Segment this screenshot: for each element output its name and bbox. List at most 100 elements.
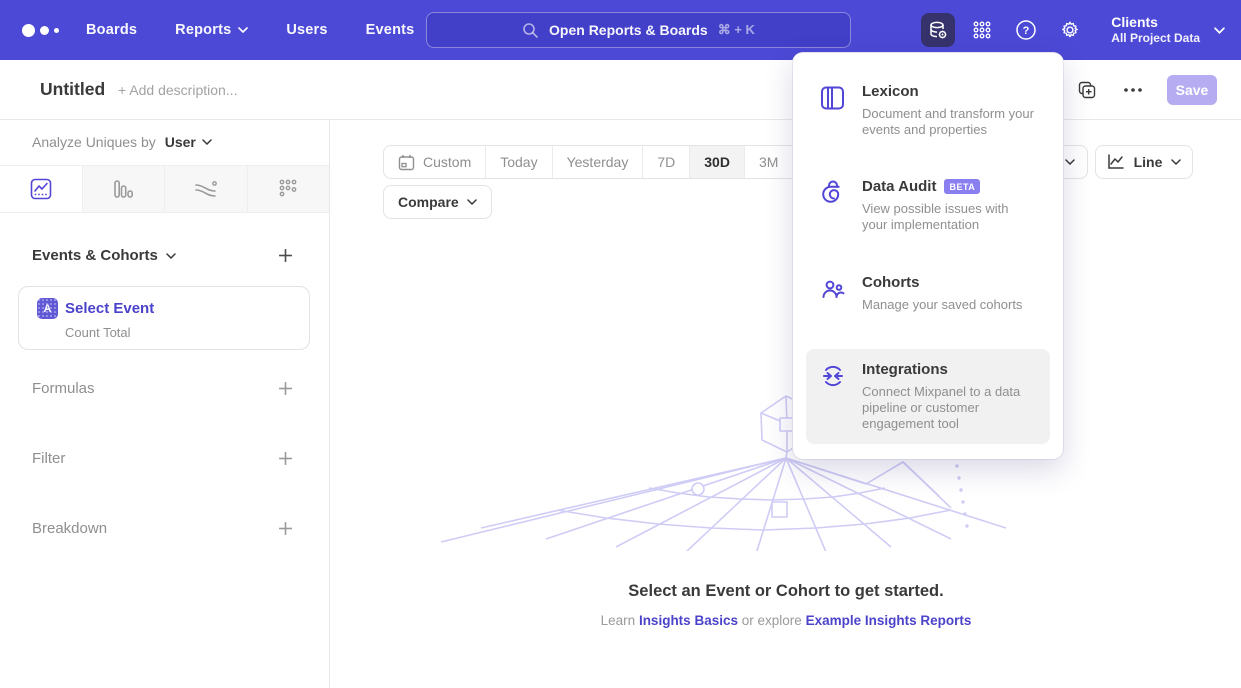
svg-text:?: ? [1023, 25, 1030, 37]
global-search-input[interactable]: Open Reports & Boards ⌘ + K [426, 12, 851, 48]
chevron-down-icon [467, 199, 477, 205]
search-placeholder: Open Reports & Boards [549, 22, 708, 38]
report-canvas: Custom Today Yesterday 7D 30D 3M 6M Comp… [331, 121, 1241, 688]
menu-item-description: Manage your saved cohorts [862, 297, 1022, 313]
nav-item-events[interactable]: Events [366, 22, 415, 38]
menu-item-title: Integrations [862, 361, 948, 379]
ellipsis-icon [1124, 88, 1142, 92]
analyze-entity-value: User [165, 134, 196, 150]
empty-state-subtitle: Learn Insights Basics or explore Example… [331, 613, 1241, 628]
mixpanel-logo-icon[interactable] [22, 24, 68, 37]
apps-grid-button[interactable] [965, 13, 999, 47]
lexicon-icon [820, 85, 846, 111]
date-range-label: Today [500, 154, 537, 170]
search-icon [522, 22, 539, 39]
menu-item-description: View possible issues with your implement… [862, 201, 1034, 233]
report-header-actions: Save [1075, 60, 1217, 120]
settings-button[interactable] [1053, 13, 1087, 47]
menu-item-title: Data Audit [862, 178, 936, 196]
add-filter-button[interactable] [277, 451, 293, 467]
date-range-yesterday[interactable]: Yesterday [553, 146, 644, 178]
add-breakdown-button[interactable] [277, 521, 293, 537]
add-event-button[interactable] [277, 248, 293, 264]
event-series-badge: A [37, 298, 58, 319]
select-event-button[interactable]: Select Event [65, 300, 154, 317]
integrations-icon [820, 363, 846, 389]
chart-type-tabs [0, 165, 329, 213]
tab-bar-chart[interactable] [83, 166, 166, 212]
project-name: Clients [1111, 14, 1200, 32]
learn-prefix: Learn [601, 613, 636, 628]
menu-item-data-audit[interactable]: Data Audit BETA View possible issues wit… [806, 166, 1050, 245]
query-sidebar: Analyze Uniques by User [0, 120, 330, 688]
formulas-label: Formulas [32, 380, 95, 397]
tab-insights-line[interactable] [0, 166, 83, 212]
date-range-30d[interactable]: 30D [690, 146, 745, 178]
chevron-down-icon [1214, 27, 1225, 34]
chart-style-dropdown[interactable]: Line [1095, 145, 1193, 179]
menu-item-title: Cohorts [862, 274, 920, 292]
analyze-row: Analyze Uniques by User [32, 134, 212, 150]
nav-item-label: Reports [175, 22, 231, 38]
compare-label: Compare [398, 194, 459, 210]
data-management-menu: Lexicon Document and transform your even… [793, 53, 1063, 459]
compare-dropdown[interactable]: Compare [383, 185, 492, 219]
breakdown-section: Breakdown [32, 520, 293, 537]
menu-item-lexicon[interactable]: Lexicon Document and transform your even… [806, 71, 1050, 150]
project-selector[interactable]: Clients All Project Data [1111, 14, 1225, 47]
search-shortcut: ⌘ + K [718, 22, 755, 38]
menu-item-title: Lexicon [862, 83, 919, 101]
nav-item-label: Users [286, 22, 327, 38]
or-explore-text: or explore [742, 613, 802, 628]
tab-flow-chart[interactable] [165, 166, 248, 212]
save-button[interactable]: Save [1167, 75, 1217, 105]
events-cohorts-dropdown[interactable]: Events & Cohorts [32, 247, 176, 264]
count-type-selector[interactable]: Count Total [65, 325, 131, 340]
report-title[interactable]: Untitled [40, 79, 105, 100]
more-options-button[interactable] [1121, 78, 1145, 102]
example-insights-reports-link[interactable]: Example Insights Reports [806, 613, 972, 628]
analyze-entity-dropdown[interactable]: User [165, 134, 212, 150]
data-audit-icon [820, 180, 846, 206]
chart-style-label: Line [1134, 154, 1163, 170]
nav-item-reports[interactable]: Reports [175, 22, 248, 38]
date-range-7d[interactable]: 7D [643, 146, 690, 178]
menu-item-description: Document and transform your events and p… [862, 106, 1034, 138]
nav-item-users[interactable]: Users [286, 22, 327, 38]
date-range-custom[interactable]: Custom [384, 146, 486, 178]
duplicate-icon [1078, 81, 1096, 99]
date-range-3m[interactable]: 3M [745, 146, 793, 178]
line-chart-tab-icon [30, 178, 52, 200]
date-range-label: Yesterday [567, 154, 629, 170]
help-icon: ? [1015, 19, 1037, 41]
tab-metrics-grid[interactable] [248, 166, 330, 212]
filter-section: Filter [32, 450, 293, 467]
event-query-card[interactable]: A Select Event Count Total [18, 286, 310, 350]
database-gear-icon [927, 19, 949, 41]
nav-item-boards[interactable]: Boards [86, 22, 137, 38]
chevron-down-icon [166, 253, 176, 259]
calendar-icon [398, 154, 415, 171]
metrics-tab-icon [277, 178, 299, 200]
flow-chart-tab-icon [194, 179, 218, 199]
data-management-button[interactable] [921, 13, 955, 47]
help-button[interactable]: ? [1009, 13, 1043, 47]
report-description-placeholder[interactable]: + Add description... [118, 82, 237, 98]
menu-item-integrations[interactable]: Integrations Connect Mixpanel to a data … [806, 349, 1050, 444]
top-navbar: Boards Reports Users Events Open Reports… [0, 0, 1241, 60]
date-range-label: 3M [759, 154, 778, 170]
main-nav: Boards Reports Users Events [86, 22, 414, 38]
insights-basics-link[interactable]: Insights Basics [639, 613, 738, 628]
nav-item-label: Events [366, 22, 415, 38]
bar-chart-tab-icon [112, 178, 134, 200]
chevron-down-icon [1065, 159, 1075, 165]
date-range-label: Custom [423, 154, 471, 170]
breakdown-label: Breakdown [32, 520, 107, 537]
menu-item-cohorts[interactable]: Cohorts Manage your saved cohorts [806, 262, 1050, 325]
duplicate-report-button[interactable] [1075, 78, 1099, 102]
chevron-down-icon [202, 139, 212, 145]
date-range-today[interactable]: Today [486, 146, 552, 178]
gear-icon [1059, 19, 1081, 41]
add-formula-button[interactable] [277, 381, 293, 397]
nav-item-label: Boards [86, 22, 137, 38]
